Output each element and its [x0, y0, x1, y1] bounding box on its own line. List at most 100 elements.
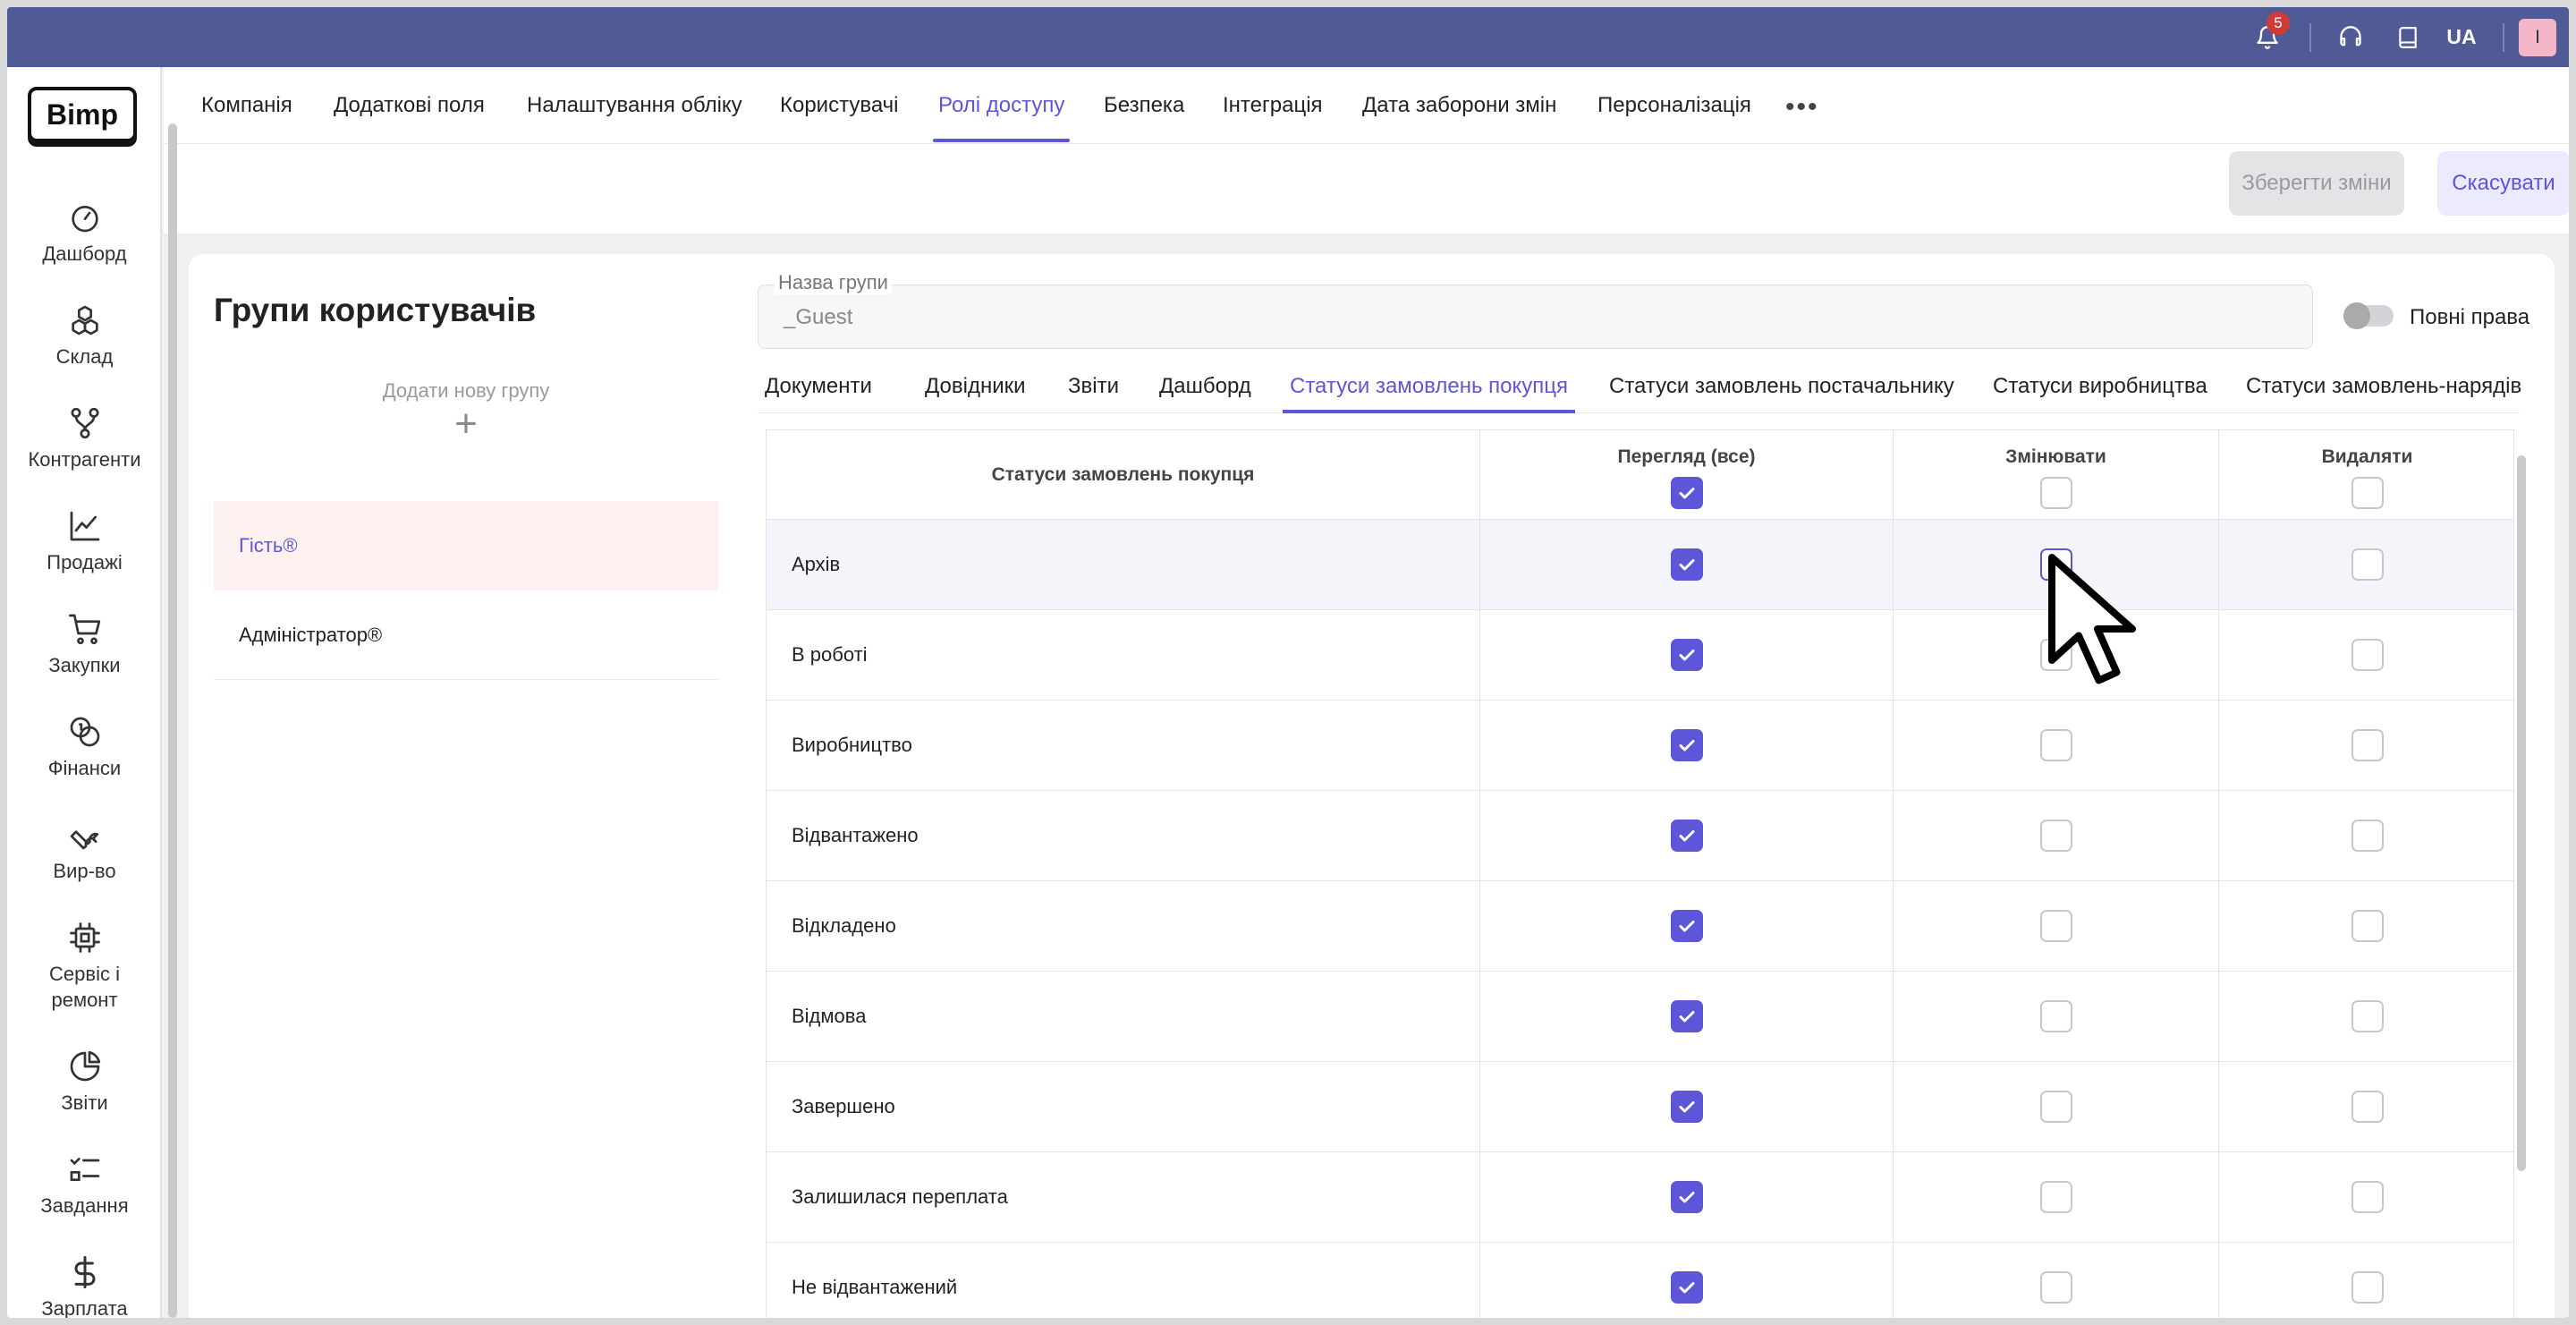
- tab-access-roles[interactable]: Ролі доступу: [932, 67, 1071, 144]
- view-checkbox[interactable]: [1670, 1091, 1703, 1123]
- delete-checkbox[interactable]: [2351, 1271, 2384, 1304]
- table-scrollbar[interactable]: [2517, 455, 2526, 1171]
- edit-checkbox[interactable]: [2039, 729, 2072, 761]
- edit-checkbox[interactable]: [2039, 1271, 2072, 1304]
- status-name: Не відвантажений: [767, 1243, 1480, 1318]
- view-checkbox[interactable]: [1670, 1271, 1703, 1304]
- tab-integration[interactable]: Інтеграція: [1223, 67, 1323, 144]
- edit-checkbox[interactable]: [2039, 548, 2072, 581]
- view-checkbox[interactable]: [1670, 729, 1703, 761]
- tab-personalization[interactable]: Персоналізація: [1597, 67, 1751, 144]
- sidebar-item-purchases[interactable]: Закупки: [7, 611, 162, 678]
- subtab-customer-order-statuses[interactable]: Статуси замовлень покупця: [1283, 360, 1575, 413]
- table-row: Відмова: [767, 972, 2513, 1062]
- toggle-knob: [2343, 302, 2370, 329]
- column-header-edit: Змінювати: [1894, 430, 2219, 519]
- delete-checkbox[interactable]: [2351, 820, 2384, 852]
- sidebar-item-service[interactable]: Сервіс і ремонт: [7, 920, 162, 1013]
- checkmark-icon: [1679, 1282, 1694, 1294]
- add-group-button[interactable]: Додати нову групу +: [214, 379, 718, 469]
- cancel-button[interactable]: Скасувати: [2437, 151, 2569, 216]
- view-checkbox[interactable]: [1670, 820, 1703, 852]
- edit-checkbox[interactable]: [2039, 820, 2072, 852]
- view-checkbox[interactable]: [1670, 1181, 1703, 1213]
- subtab-reports[interactable]: Звіти: [1068, 360, 1119, 413]
- full-rights-toggle[interactable]: [2343, 302, 2394, 329]
- view-checkbox[interactable]: [1670, 1000, 1703, 1032]
- sidebar-item-warehouse[interactable]: Склад: [7, 302, 162, 369]
- sidebar-item-counterparties[interactable]: Контрагенти: [7, 405, 162, 472]
- tab-users[interactable]: Користувачі: [780, 67, 898, 144]
- sidebar-item-finance[interactable]: Фінанси: [7, 714, 162, 781]
- select-all-delete-checkbox[interactable]: [2351, 477, 2384, 509]
- view-checkbox[interactable]: [1670, 548, 1703, 581]
- tab-accounting-settings[interactable]: Налаштування обліку: [527, 67, 742, 144]
- page-scrollbar[interactable]: [168, 123, 177, 1318]
- table-header-row: Статуси замовлень покупця Перегляд (все)…: [767, 430, 2513, 520]
- delete-checkbox[interactable]: [2351, 1091, 2384, 1123]
- delete-checkbox[interactable]: [2351, 1181, 2384, 1213]
- subtab-production-statuses[interactable]: Статуси виробництва: [1993, 360, 2207, 413]
- sidebar-item-production[interactable]: Вир-во: [7, 817, 162, 884]
- speedometer-icon: [71, 206, 98, 233]
- chip-icon: [69, 922, 100, 953]
- tab-change-lock-date[interactable]: Дата заборони змін: [1362, 67, 1556, 144]
- sidebar-item-label: Склад: [55, 345, 114, 368]
- support-button[interactable]: [2328, 7, 2373, 67]
- view-checkbox[interactable]: [1670, 639, 1703, 671]
- edit-checkbox[interactable]: [2039, 1000, 2072, 1032]
- delete-checkbox[interactable]: [2351, 548, 2384, 581]
- table-row: Завершено: [767, 1062, 2513, 1152]
- knowledge-base-button[interactable]: [2385, 7, 2430, 67]
- tab-extra-fields[interactable]: Додаткові поля: [334, 67, 485, 144]
- select-all-edit-checkbox[interactable]: [2039, 477, 2072, 509]
- status-name: Виробництво: [767, 701, 1480, 790]
- group-item-guest[interactable]: Гість®: [214, 501, 718, 590]
- sidebar-item-label: Дашборд: [42, 242, 127, 265]
- group-name-label: Назва групи: [775, 271, 892, 294]
- subtab-documents[interactable]: Документи: [765, 360, 872, 413]
- sidebar-item-salary[interactable]: Зарплата: [7, 1254, 162, 1318]
- user-menu-button[interactable]: I: [2517, 7, 2558, 67]
- sidebar-item-reports[interactable]: Звіти: [7, 1049, 162, 1116]
- group-name-value: _Guest: [784, 305, 853, 329]
- settings-header: Компанія Додаткові поля Налаштування обл…: [164, 67, 2569, 234]
- table-row: Не відвантажений: [767, 1243, 2513, 1318]
- more-tabs-button[interactable]: •••: [1785, 92, 1819, 123]
- edit-checkbox[interactable]: [2039, 1181, 2072, 1213]
- select-all-view-checkbox[interactable]: [1670, 477, 1703, 509]
- table-row: Архів: [767, 520, 2513, 610]
- delete-checkbox[interactable]: [2351, 1000, 2384, 1032]
- network-icon: [71, 407, 98, 439]
- tab-security[interactable]: Безпека: [1104, 67, 1184, 144]
- sidebar-item-sales[interactable]: Продажі: [7, 508, 162, 575]
- group-name-field[interactable]: Назва групи _Guest: [758, 271, 2313, 349]
- notification-badge: 5: [2267, 12, 2290, 35]
- view-checkbox[interactable]: [1670, 910, 1703, 942]
- edit-checkbox[interactable]: [2039, 639, 2072, 671]
- delete-checkbox[interactable]: [2351, 639, 2384, 671]
- subtab-dashboard[interactable]: Дашборд: [1159, 360, 1251, 413]
- column-header-view: Перегляд (все): [1480, 430, 1894, 519]
- sidebar-item-label: Звіти: [61, 1091, 108, 1114]
- language-switcher[interactable]: UA: [2435, 7, 2488, 67]
- notifications-button[interactable]: 5: [2245, 7, 2290, 67]
- sidebar-item-label: Закупки: [48, 654, 121, 676]
- subtab-work-order-statuses[interactable]: Статуси замовлень-нарядів: [2246, 360, 2521, 413]
- coins-icon: [70, 717, 99, 747]
- edit-checkbox[interactable]: [2039, 910, 2072, 942]
- edit-checkbox[interactable]: [2039, 1091, 2072, 1123]
- avatar: I: [2519, 18, 2556, 56]
- group-item-admin[interactable]: Адміністратор®: [214, 590, 718, 680]
- subtab-supplier-order-statuses[interactable]: Статуси замовлень постачальнику: [1609, 360, 1954, 413]
- save-button[interactable]: Зберегти зміни: [2229, 151, 2404, 216]
- sidebar-item-dashboard[interactable]: Дашборд: [7, 200, 162, 267]
- cart-icon: [68, 614, 100, 645]
- subtab-references[interactable]: Довідники: [925, 360, 1026, 413]
- delete-checkbox[interactable]: [2351, 910, 2384, 942]
- delete-checkbox[interactable]: [2351, 729, 2384, 761]
- logo[interactable]: Bimp: [28, 87, 137, 142]
- headset-icon: [2340, 25, 2361, 46]
- sidebar-item-tasks[interactable]: Завдання: [7, 1151, 162, 1219]
- tab-company[interactable]: Компанія: [201, 67, 292, 144]
